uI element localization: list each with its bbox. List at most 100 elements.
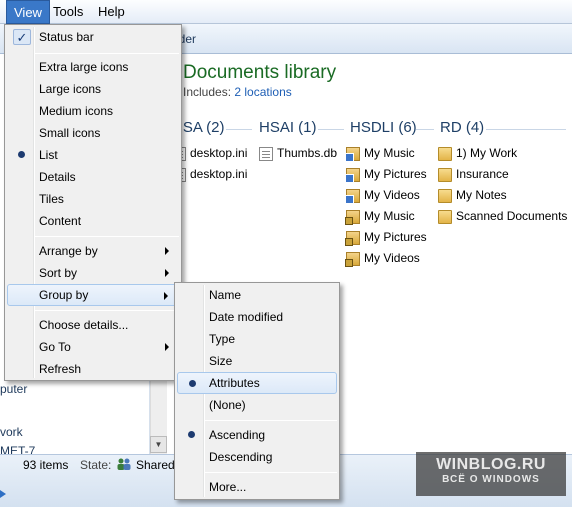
watermark-line1: WINBLOG.RU	[436, 456, 546, 473]
watermark: WINBLOG.RU ВСЁ О WINDOWS	[416, 452, 566, 496]
submenu-arrow-icon	[164, 292, 168, 300]
menu-tools[interactable]: Tools	[46, 0, 90, 24]
menu-item-none[interactable]: (None)	[177, 394, 337, 416]
locked-folder-icon	[345, 251, 360, 267]
file-item[interactable]: My Music	[345, 144, 415, 162]
menu-item-content[interactable]: Content	[7, 210, 179, 232]
scroll-down-button[interactable]: ▼	[150, 436, 167, 453]
group-heading-hsdli[interactable]: HSDLI (6)	[350, 119, 417, 136]
menu-item-descending[interactable]: Descending	[177, 446, 337, 468]
file-item[interactable]: My Pictures	[345, 228, 427, 246]
file-item[interactable]: My Pictures	[345, 165, 427, 183]
file-name: desktop.ini	[190, 146, 248, 160]
group-heading-rd[interactable]: RD (4)	[440, 119, 484, 136]
menu-item-label: List	[39, 148, 58, 162]
file-name: Scanned Documents	[456, 209, 568, 223]
file-item[interactable]: desktop.ini	[172, 144, 247, 162]
menu-item-label: Status bar	[39, 30, 94, 44]
menu-item-label: Extra large icons	[39, 60, 129, 74]
state-label: State:	[80, 458, 112, 472]
checkmark-icon: ✓	[13, 29, 31, 45]
menu-item-extra-large-icons[interactable]: Extra large icons	[7, 56, 179, 78]
menu-item-label: Arrange by	[39, 244, 98, 258]
menu-item-type[interactable]: Type	[177, 328, 337, 350]
menu-item-status-bar[interactable]: ✓ Status bar	[7, 26, 179, 48]
menu-help[interactable]: Help	[91, 0, 132, 24]
file-name: Insurance	[456, 167, 509, 181]
expand-arrow-icon[interactable]	[0, 490, 8, 498]
locked-folder-icon	[345, 209, 360, 225]
folder-icon	[438, 188, 452, 203]
menu-item-large-icons[interactable]: Large icons	[7, 78, 179, 100]
menu-item-label: Ascending	[209, 428, 266, 442]
file-name: My Pictures	[364, 230, 427, 244]
file-item[interactable]: Scanned Documents	[438, 207, 567, 225]
radio-dot-icon	[18, 151, 25, 158]
locked-folder-icon	[345, 230, 360, 246]
menu-item-attributes[interactable]: Attributes	[177, 372, 337, 394]
file-item[interactable]: My Videos	[345, 186, 420, 204]
file-item[interactable]: 1) My Work	[438, 144, 517, 162]
file-name: My Pictures	[364, 167, 427, 181]
menu-item-group-by[interactable]: Group by	[7, 284, 179, 306]
submenu-arrow-icon	[165, 269, 169, 277]
group-heading-hsai[interactable]: HSAI (1)	[259, 119, 317, 136]
library-shortcut-icon	[345, 167, 360, 183]
shared-users-icon	[117, 458, 131, 470]
menu-item-label: Name	[209, 288, 242, 302]
menu-item-label: Descending	[209, 450, 273, 464]
menu-item-label: Choose details...	[39, 318, 129, 332]
menu-separator	[35, 53, 179, 54]
library-title: Documents library	[183, 62, 337, 83]
folder-icon	[438, 146, 452, 161]
file-item[interactable]: Insurance	[438, 165, 509, 183]
file-item[interactable]: My Notes	[438, 186, 507, 204]
menu-item-go-to[interactable]: Go To	[7, 336, 179, 358]
menu-separator	[35, 310, 179, 311]
menu-item-choose-details[interactable]: Choose details...	[7, 314, 179, 336]
library-shortcut-icon	[345, 146, 360, 162]
file-name: 1) My Work	[456, 146, 518, 160]
menu-item-size[interactable]: Size	[177, 350, 337, 372]
state-value: Shared	[136, 458, 175, 472]
menu-item-list[interactable]: List	[7, 144, 179, 166]
view-menu: ✓ Status bar Extra large icons Large icon…	[4, 24, 182, 381]
menu-item-small-icons[interactable]: Small icons	[7, 122, 179, 144]
group-divider	[486, 129, 566, 130]
menu-item-tiles[interactable]: Tiles	[7, 188, 179, 210]
file-item[interactable]: My Music	[345, 207, 415, 225]
file-item[interactable]: My Videos	[345, 249, 420, 267]
menu-item-ascending[interactable]: Ascending	[177, 424, 337, 446]
menu-item-label: Sort by	[39, 266, 78, 280]
menu-item-arrange-by[interactable]: Arrange by	[7, 240, 179, 262]
submenu-arrow-icon	[165, 247, 169, 255]
file-item[interactable]: Thumbs.db	[259, 144, 337, 162]
file-name: My Notes	[456, 188, 507, 202]
menu-item-refresh[interactable]: Refresh	[7, 358, 179, 380]
menu-item-label: Details	[39, 170, 76, 184]
locations-link[interactable]: 2 locations	[234, 85, 291, 99]
file-name: My Videos	[364, 251, 420, 265]
file-name: My Music	[364, 146, 415, 160]
file-name: desktop.ini	[190, 167, 248, 181]
menu-item-more[interactable]: More...	[177, 476, 337, 498]
folder-icon	[438, 167, 452, 182]
menu-item-label: (None)	[209, 398, 246, 412]
menu-item-label: Medium icons	[39, 104, 114, 118]
nav-item-computer[interactable]: puter	[0, 382, 27, 396]
menu-item-date-modified[interactable]: Date modified	[177, 306, 337, 328]
menu-separator	[35, 236, 179, 237]
group-by-submenu: Name Date modified Type Size Attributes …	[174, 282, 340, 500]
folder-icon	[438, 209, 452, 224]
menu-item-sort-by[interactable]: Sort by	[7, 262, 179, 284]
submenu-arrow-icon	[165, 343, 169, 351]
menu-view[interactable]: View	[6, 0, 50, 24]
item-count: 93 items	[23, 458, 69, 472]
menu-item-name[interactable]: Name	[177, 284, 337, 306]
menu-item-details[interactable]: Details	[7, 166, 179, 188]
menu-item-medium-icons[interactable]: Medium icons	[7, 100, 179, 122]
menu-separator	[205, 420, 337, 421]
file-item[interactable]: desktop.ini	[172, 165, 247, 183]
nav-item-network[interactable]: vork	[0, 425, 23, 439]
file-name: My Videos	[364, 188, 420, 202]
